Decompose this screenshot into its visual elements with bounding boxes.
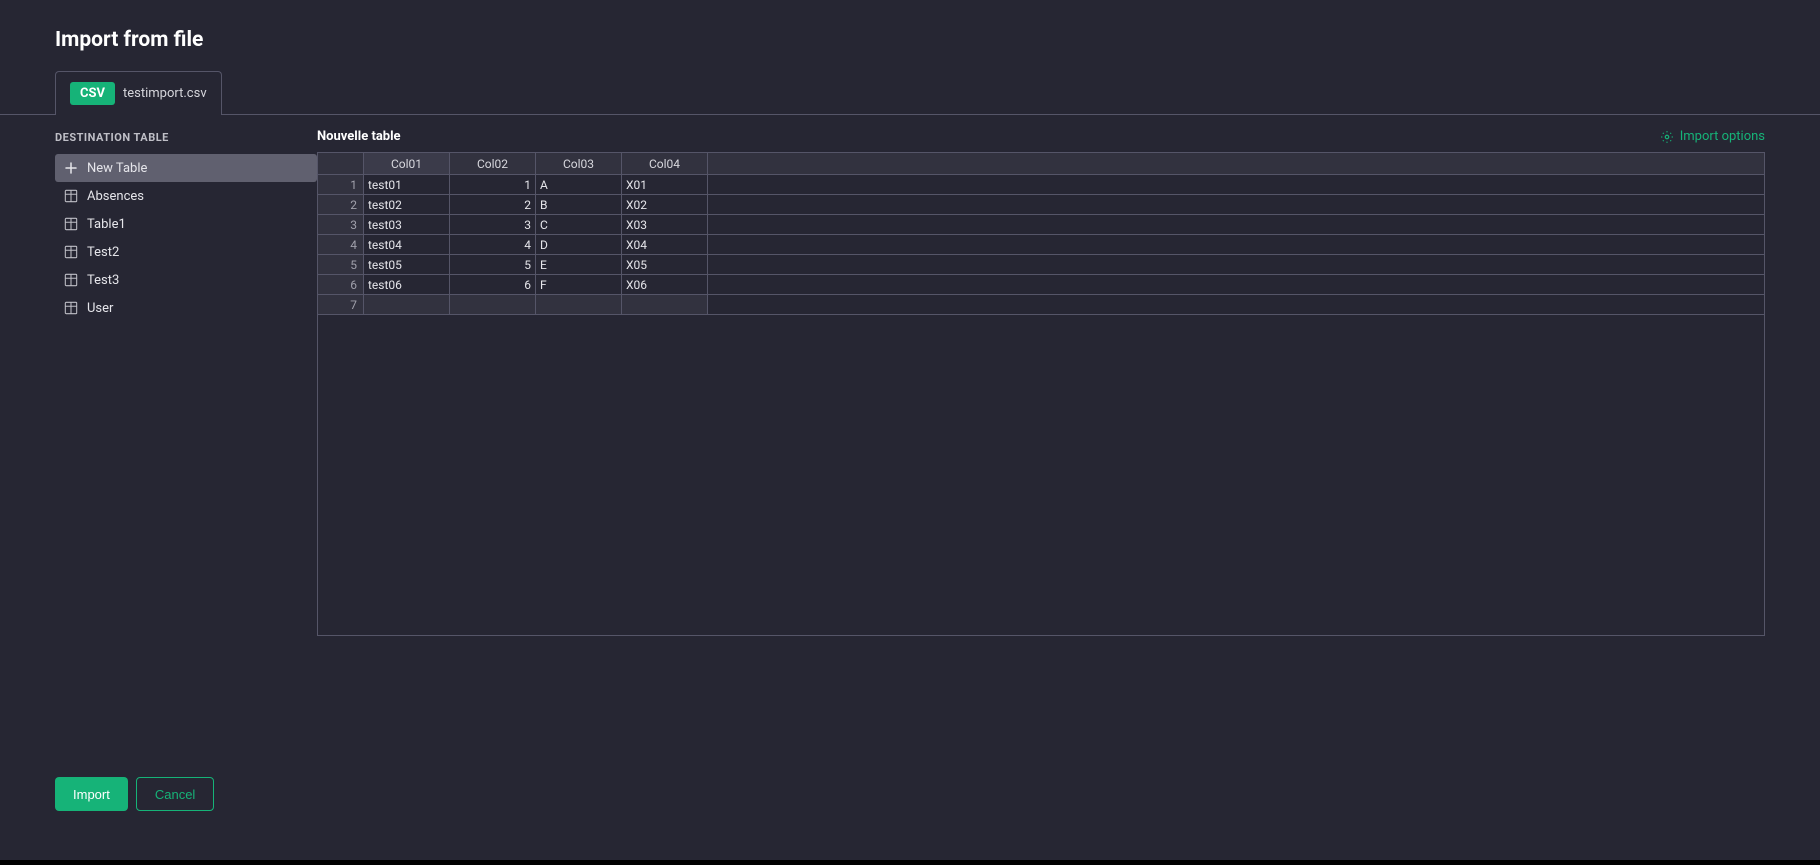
data-cell[interactable]: 1 bbox=[450, 175, 536, 194]
table-row[interactable]: 6test066FX06 bbox=[318, 275, 1764, 295]
preview-grid[interactable]: Col01Col02Col03Col04 1test011AX012test02… bbox=[317, 152, 1765, 636]
preview-panel: Nouvelle table Import options Col01Col02… bbox=[317, 115, 1765, 636]
sidebar-item-label: User bbox=[87, 301, 113, 316]
file-tab[interactable]: CSV testimport.csv bbox=[55, 71, 222, 115]
data-cell[interactable]: B bbox=[536, 195, 622, 214]
table-row[interactable]: 2test022BX02 bbox=[318, 195, 1764, 215]
table-icon bbox=[63, 188, 79, 204]
data-cell[interactable]: C bbox=[536, 215, 622, 234]
rownum-header bbox=[318, 153, 364, 174]
column-header[interactable]: Col03 bbox=[536, 153, 622, 174]
import-button[interactable]: Import bbox=[55, 777, 128, 811]
data-cell[interactable]: X03 bbox=[622, 215, 708, 234]
data-cell[interactable]: test03 bbox=[364, 215, 450, 234]
grid-header-rest bbox=[708, 153, 1764, 174]
data-cell[interactable]: 5 bbox=[450, 255, 536, 274]
data-cell[interactable]: 4 bbox=[450, 235, 536, 254]
row-rest bbox=[708, 275, 1764, 294]
row-rest bbox=[708, 235, 1764, 254]
data-cell[interactable]: 6 bbox=[450, 275, 536, 294]
sidebar-item-table[interactable]: Absences bbox=[55, 182, 317, 210]
table-row-empty[interactable]: 7 bbox=[318, 295, 1764, 315]
import-options-link[interactable]: Import options bbox=[1660, 129, 1765, 144]
data-cell[interactable] bbox=[450, 295, 536, 314]
data-cell[interactable]: X02 bbox=[622, 195, 708, 214]
sidebar-item-label: New Table bbox=[87, 161, 147, 176]
import-options-label: Import options bbox=[1680, 129, 1765, 144]
gear-icon bbox=[1660, 130, 1674, 144]
data-cell[interactable]: A bbox=[536, 175, 622, 194]
plus-icon bbox=[63, 160, 79, 176]
table-icon bbox=[63, 300, 79, 316]
data-cell[interactable]: X04 bbox=[622, 235, 708, 254]
row-number: 4 bbox=[318, 235, 364, 254]
sidebar-item-table[interactable]: Test3 bbox=[55, 266, 317, 294]
data-cell[interactable]: X01 bbox=[622, 175, 708, 194]
sidebar-item-new-table[interactable]: New Table bbox=[55, 154, 317, 182]
footer-actions: Import Cancel bbox=[55, 777, 214, 811]
sidebar-heading: DESTINATION TABLE bbox=[55, 131, 317, 154]
row-rest bbox=[708, 255, 1764, 274]
table-row[interactable]: 3test033CX03 bbox=[318, 215, 1764, 235]
row-rest bbox=[708, 295, 1764, 314]
table-row[interactable]: 1test011AX01 bbox=[318, 175, 1764, 195]
data-cell[interactable]: X05 bbox=[622, 255, 708, 274]
row-rest bbox=[708, 215, 1764, 234]
sidebar-item-table[interactable]: Table1 bbox=[55, 210, 317, 238]
data-cell[interactable]: 2 bbox=[450, 195, 536, 214]
destination-table-sidebar: DESTINATION TABLE New Table Absences Tabl… bbox=[55, 115, 317, 636]
row-number: 6 bbox=[318, 275, 364, 294]
data-cell[interactable]: test01 bbox=[364, 175, 450, 194]
cancel-button[interactable]: Cancel bbox=[136, 777, 214, 811]
sidebar-item-label: Absences bbox=[87, 189, 144, 204]
table-icon bbox=[63, 216, 79, 232]
sidebar-item-table[interactable]: Test2 bbox=[55, 238, 317, 266]
grid-header-row: Col01Col02Col03Col04 bbox=[318, 153, 1764, 175]
data-cell[interactable]: test05 bbox=[364, 255, 450, 274]
bottom-bar bbox=[0, 860, 1820, 865]
data-cell[interactable]: test04 bbox=[364, 235, 450, 254]
data-cell[interactable]: E bbox=[536, 255, 622, 274]
data-cell[interactable]: F bbox=[536, 275, 622, 294]
table-icon bbox=[63, 244, 79, 260]
table-row[interactable]: 5test055EX05 bbox=[318, 255, 1764, 275]
data-cell[interactable] bbox=[536, 295, 622, 314]
file-name: testimport.csv bbox=[123, 86, 207, 101]
sidebar-item-label: Test3 bbox=[87, 273, 119, 288]
data-cell[interactable] bbox=[622, 295, 708, 314]
row-number: 5 bbox=[318, 255, 364, 274]
sidebar-item-table[interactable]: User bbox=[55, 294, 317, 322]
column-header[interactable]: Col02 bbox=[450, 153, 536, 174]
page-title: Import from file bbox=[55, 28, 1765, 52]
data-cell[interactable]: test02 bbox=[364, 195, 450, 214]
file-type-badge: CSV bbox=[70, 82, 115, 105]
sidebar-item-label: Table1 bbox=[87, 217, 126, 232]
row-number: 3 bbox=[318, 215, 364, 234]
data-cell[interactable]: X06 bbox=[622, 275, 708, 294]
row-rest bbox=[708, 195, 1764, 214]
data-cell[interactable] bbox=[364, 295, 450, 314]
table-icon bbox=[63, 272, 79, 288]
data-cell[interactable]: 3 bbox=[450, 215, 536, 234]
column-header[interactable]: Col01 bbox=[364, 153, 450, 174]
table-row[interactable]: 4test044DX04 bbox=[318, 235, 1764, 255]
row-number: 1 bbox=[318, 175, 364, 194]
data-cell[interactable]: test06 bbox=[364, 275, 450, 294]
row-number: 2 bbox=[318, 195, 364, 214]
column-header[interactable]: Col04 bbox=[622, 153, 708, 174]
row-number: 7 bbox=[318, 295, 364, 314]
sidebar-item-label: Test2 bbox=[87, 245, 119, 260]
preview-table-name: Nouvelle table bbox=[317, 129, 401, 144]
row-rest bbox=[708, 175, 1764, 194]
data-cell[interactable]: D bbox=[536, 235, 622, 254]
